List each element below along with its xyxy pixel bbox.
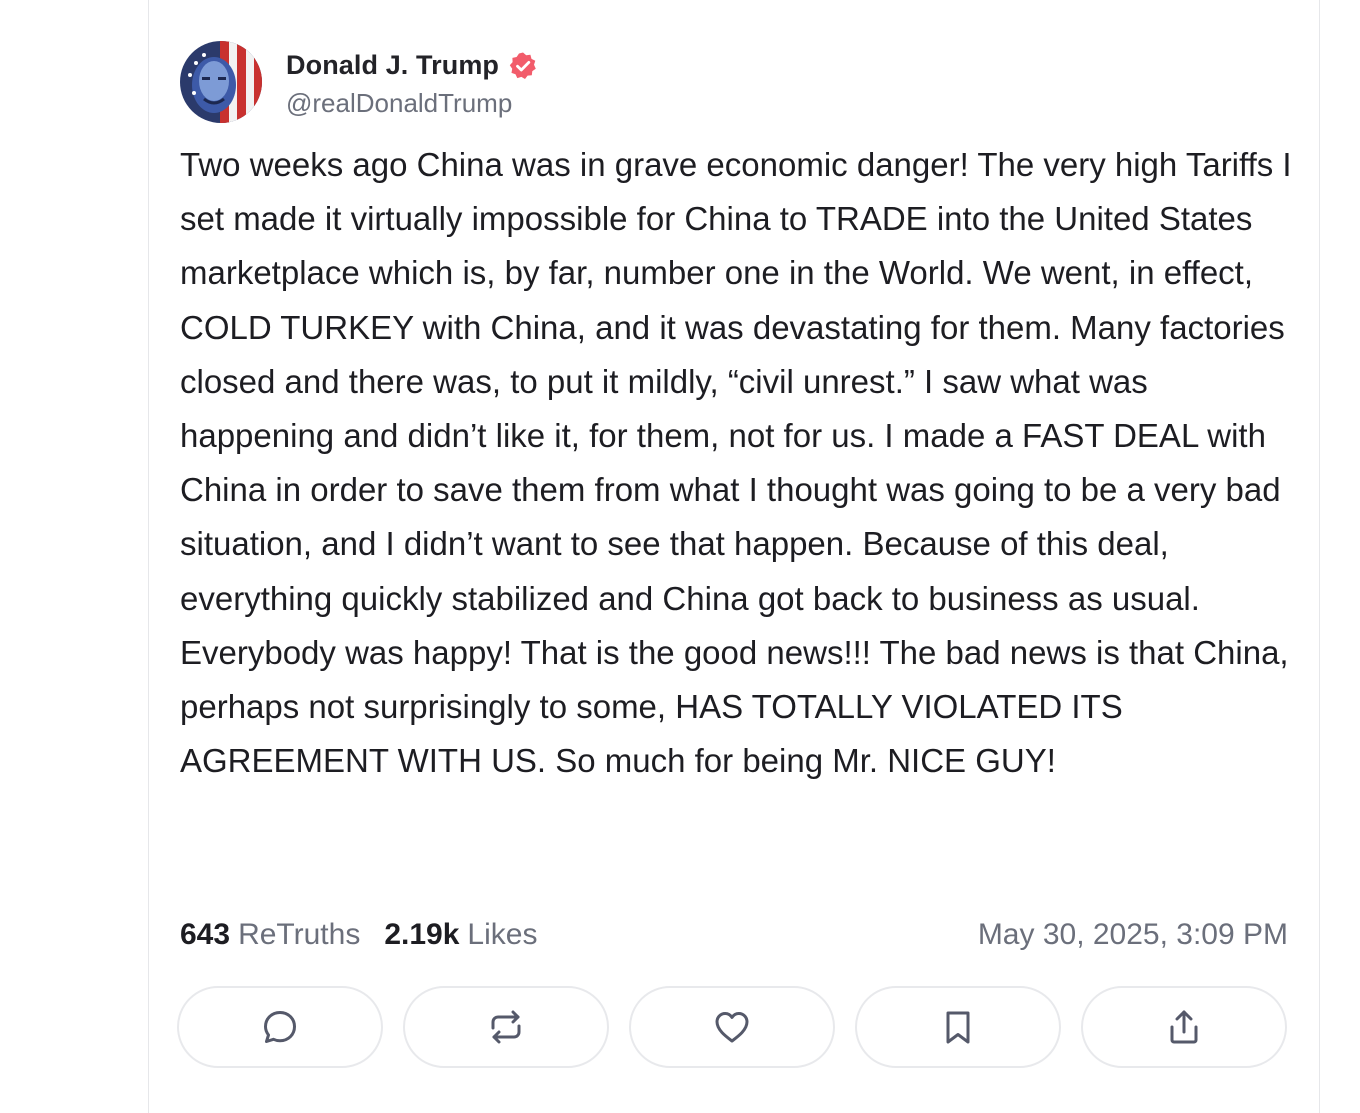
bookmark-button[interactable] xyxy=(855,986,1061,1068)
retruths-stat[interactable]: 643 ReTruths xyxy=(180,918,360,952)
post-text: Two weeks ago China was in grave economi… xyxy=(180,146,1292,780)
retruth-button[interactable] xyxy=(403,986,609,1068)
author-names: Donald J. Trump @realDonaldTrump xyxy=(286,46,538,119)
likes-count: 2.19k xyxy=(384,918,460,951)
post-header: Donald J. Trump @realDonaldTrump xyxy=(180,40,538,124)
post-card: Donald J. Trump @realDonaldTrump Two wee… xyxy=(148,0,1320,1113)
likes-label: Likes xyxy=(467,918,538,951)
like-button[interactable] xyxy=(629,986,835,1068)
share-icon xyxy=(1170,1010,1198,1044)
action-bar xyxy=(177,986,1287,1068)
comment-icon xyxy=(264,1011,296,1043)
verified-badge-icon xyxy=(508,51,538,81)
likes-stat[interactable]: 2.19k Likes xyxy=(384,918,537,952)
heart-icon xyxy=(715,1012,749,1043)
post-stats: 643 ReTruths 2.19k Likes May 30, 2025, 3:0… xyxy=(180,912,1288,958)
page: Donald J. Trump @realDonaldTrump Two wee… xyxy=(0,0,1360,1113)
author-handle[interactable]: @realDonaldTrump xyxy=(286,88,538,119)
name-row: Donald J. Trump xyxy=(286,46,538,86)
reply-button[interactable] xyxy=(177,986,383,1068)
avatar-image xyxy=(180,41,262,123)
repost-icon xyxy=(491,1010,521,1044)
retruths-label: ReTruths xyxy=(238,918,361,951)
avatar[interactable] xyxy=(180,41,262,123)
retruths-count: 643 xyxy=(180,918,231,951)
share-button[interactable] xyxy=(1081,986,1287,1068)
post-timestamp[interactable]: May 30, 2025, 3:09 PM xyxy=(978,918,1288,952)
bookmark-icon xyxy=(946,1011,970,1044)
author-display-name[interactable]: Donald J. Trump xyxy=(286,50,499,81)
